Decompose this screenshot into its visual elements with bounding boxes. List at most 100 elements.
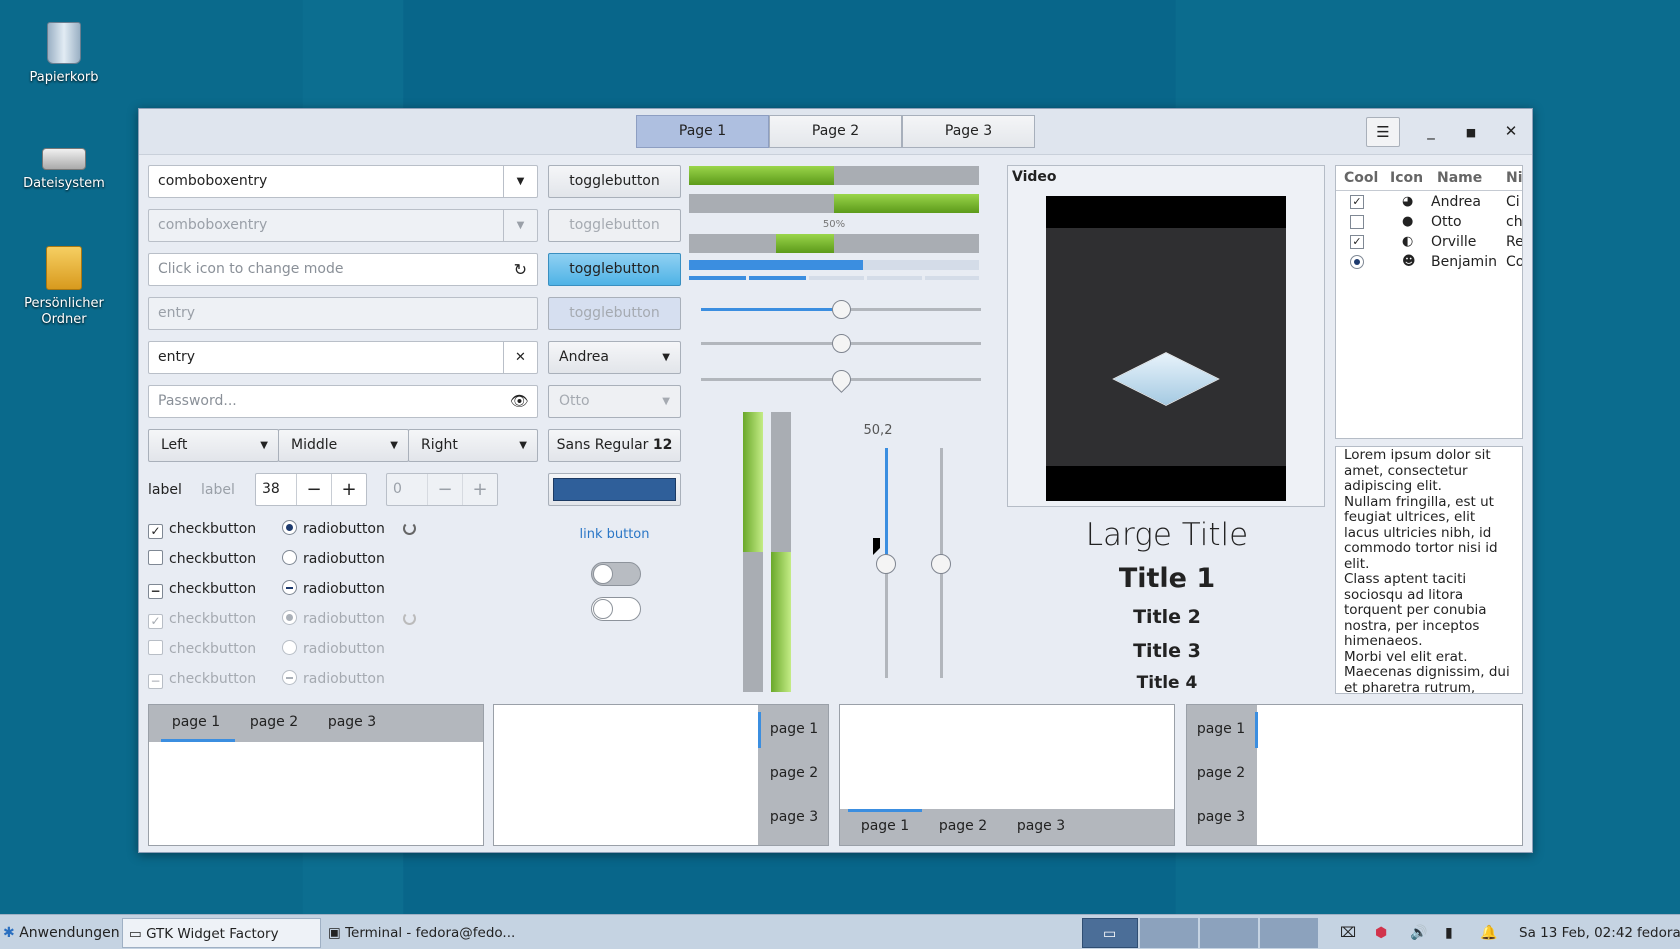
- progress-bar-1: [689, 166, 979, 185]
- tree-view[interactable]: Cool Icon Name Ni ✓ ◕ Andrea Ci ● Otto c…: [1335, 165, 1523, 439]
- notebook-tab[interactable]: page 2: [760, 765, 828, 781]
- task-terminal[interactable]: ▣ Terminal - fedora@fedo...: [324, 918, 522, 948]
- desktop-icon-filesystem[interactable]: Dateisystem: [9, 148, 119, 192]
- h-scale-3-marks[interactable]: [701, 366, 981, 393]
- battery-icon[interactable]: ▮: [1445, 918, 1453, 948]
- dropdown-arrow-icon[interactable]: ▼: [503, 166, 537, 197]
- switch-off[interactable]: [591, 597, 641, 621]
- dropdown-label: Left: [161, 437, 188, 453]
- minus-icon[interactable]: −: [296, 474, 331, 505]
- icon-mode-entry[interactable]: Click icon to change mode ↻: [148, 253, 538, 286]
- font-button[interactable]: Sans Regular 12: [548, 429, 681, 462]
- tab-page-2[interactable]: Page 2: [769, 115, 902, 148]
- refresh-icon[interactable]: ↻: [514, 254, 527, 285]
- scale-slider-handle[interactable]: [832, 334, 851, 353]
- desktop-icon-label: Persönlicher Ordner: [24, 296, 104, 327]
- checkbox-checked-icon[interactable]: ✓: [1350, 235, 1364, 249]
- network-icon[interactable]: ⌧: [1340, 918, 1356, 948]
- column-header[interactable]: Icon: [1390, 170, 1423, 186]
- notebook-tab[interactable]: page 3: [1187, 809, 1255, 825]
- togglebutton-active[interactable]: togglebutton: [548, 253, 681, 286]
- radiobutton-mixed[interactable]: radiobutton: [282, 579, 385, 599]
- eye-hidden-icon[interactable]: 👁: [510, 386, 529, 417]
- scale-slider-handle[interactable]: [828, 366, 855, 393]
- tree-row[interactable]: ✓ ◕ Andrea Ci: [1336, 193, 1522, 213]
- switch-on[interactable]: [591, 562, 641, 586]
- radiobutton[interactable]: radiobutton: [282, 549, 385, 569]
- column-header[interactable]: Name: [1437, 170, 1482, 186]
- notebook-tab[interactable]: page 2: [239, 714, 309, 730]
- workspace-3[interactable]: [1200, 918, 1258, 948]
- radio-selected-icon[interactable]: [1350, 255, 1364, 269]
- minimize-button[interactable]: _: [1414, 117, 1448, 147]
- scale-slider-handle[interactable]: [832, 300, 851, 319]
- drive-icon: [42, 148, 86, 170]
- radiobutton-mixed-disabled: radiobutton: [282, 669, 385, 689]
- dropdown-left[interactable]: Left ▼: [148, 429, 279, 462]
- notification-bell-icon[interactable]: 🔔: [1480, 918, 1497, 948]
- spin-value: 38: [262, 481, 280, 497]
- workspace-2[interactable]: [1140, 918, 1198, 948]
- comboboxentry-field[interactable]: comboboxentry ▼: [148, 165, 538, 198]
- plus-icon[interactable]: +: [331, 474, 366, 505]
- radio-label: radiobutton: [303, 671, 385, 687]
- notebook-tab[interactable]: page 2: [928, 818, 998, 834]
- spin-button[interactable]: 38 − +: [255, 473, 367, 506]
- tree-row[interactable]: ✓ ◐ Orville Re: [1336, 233, 1522, 253]
- tree-row[interactable]: ● Otto ch: [1336, 213, 1522, 233]
- v-scale-2[interactable]: [931, 448, 951, 678]
- workspace-4[interactable]: [1260, 918, 1318, 948]
- close-button[interactable]: ✕: [1494, 117, 1528, 147]
- user-menu[interactable]: fedora: [1637, 918, 1680, 948]
- notebook-tab[interactable]: page 3: [760, 809, 828, 825]
- maximize-button[interactable]: ■: [1454, 117, 1488, 147]
- menu-button[interactable]: ☰: [1366, 117, 1400, 147]
- checkbox-icon[interactable]: [1350, 215, 1364, 229]
- tab-page-3[interactable]: Page 3: [902, 115, 1035, 148]
- dropdown-middle[interactable]: Middle ▼: [278, 429, 409, 462]
- progress-fill: [743, 412, 763, 552]
- clear-icon[interactable]: ✕: [503, 342, 537, 373]
- notebook-tab[interactable]: page 1: [848, 818, 922, 834]
- checkbutton-checked[interactable]: ✓ checkbutton: [148, 519, 256, 539]
- workspace-1[interactable]: ▭: [1082, 918, 1138, 948]
- checkbutton-mixed[interactable]: − checkbutton: [148, 579, 256, 599]
- applications-menu[interactable]: ✱ Anwendungen: [3, 918, 120, 948]
- scale-slider-handle[interactable]: [876, 554, 896, 574]
- notebook-tab[interactable]: page 2: [1187, 765, 1255, 781]
- clock[interactable]: Sa 13 Feb, 02:42: [1519, 918, 1633, 948]
- level-bar: [689, 260, 979, 270]
- checkbutton-checked-disabled: ✓ checkbutton: [148, 609, 256, 629]
- notebook-tab[interactable]: page 3: [317, 714, 387, 730]
- text-view[interactable]: Lorem ipsum dolor sit amet, consectetur …: [1335, 446, 1523, 694]
- h-scale-2[interactable]: [701, 334, 981, 353]
- tree-row[interactable]: ☻ Benjamin Co: [1336, 253, 1522, 273]
- combobox-andrea[interactable]: Andrea ▼: [548, 341, 681, 374]
- checkbox-checked-icon[interactable]: ✓: [1350, 195, 1364, 209]
- task-gtk-widget-factory[interactable]: ▭ GTK Widget Factory: [122, 918, 321, 948]
- checkbutton-unchecked[interactable]: checkbutton: [148, 549, 256, 569]
- desktop-icon-home[interactable]: Persönlicher Ordner: [9, 246, 119, 328]
- column-header[interactable]: Cool: [1344, 170, 1378, 186]
- desktop-icon-trash[interactable]: Papierkorb: [9, 22, 119, 86]
- dropdown-right[interactable]: Right ▼: [408, 429, 538, 462]
- notebook-tab[interactable]: page 3: [1006, 818, 1076, 834]
- color-button[interactable]: [548, 473, 681, 506]
- notebook-tab[interactable]: page 1: [161, 714, 231, 730]
- checkbox-mixed-icon: −: [148, 584, 163, 599]
- column-header[interactable]: Ni: [1506, 170, 1522, 186]
- package-update-icon[interactable]: ⬢: [1375, 918, 1387, 948]
- tab-page-1[interactable]: Page 1: [636, 115, 769, 148]
- v-scale-1[interactable]: [876, 448, 896, 678]
- scale-slider-handle[interactable]: [931, 554, 951, 574]
- link-button[interactable]: link button: [548, 527, 681, 542]
- radiobutton-selected[interactable]: radiobutton: [282, 519, 385, 539]
- password-field[interactable]: Password... 👁: [148, 385, 538, 418]
- entry-field[interactable]: entry ✕: [148, 341, 538, 374]
- h-scale-1[interactable]: [701, 300, 981, 319]
- notebook-tab[interactable]: page 1: [760, 721, 828, 737]
- video-player[interactable]: [1046, 196, 1286, 501]
- volume-icon[interactable]: 🔊: [1410, 918, 1427, 948]
- togglebutton[interactable]: togglebutton: [548, 165, 681, 198]
- notebook-tab[interactable]: page 1: [1187, 721, 1255, 737]
